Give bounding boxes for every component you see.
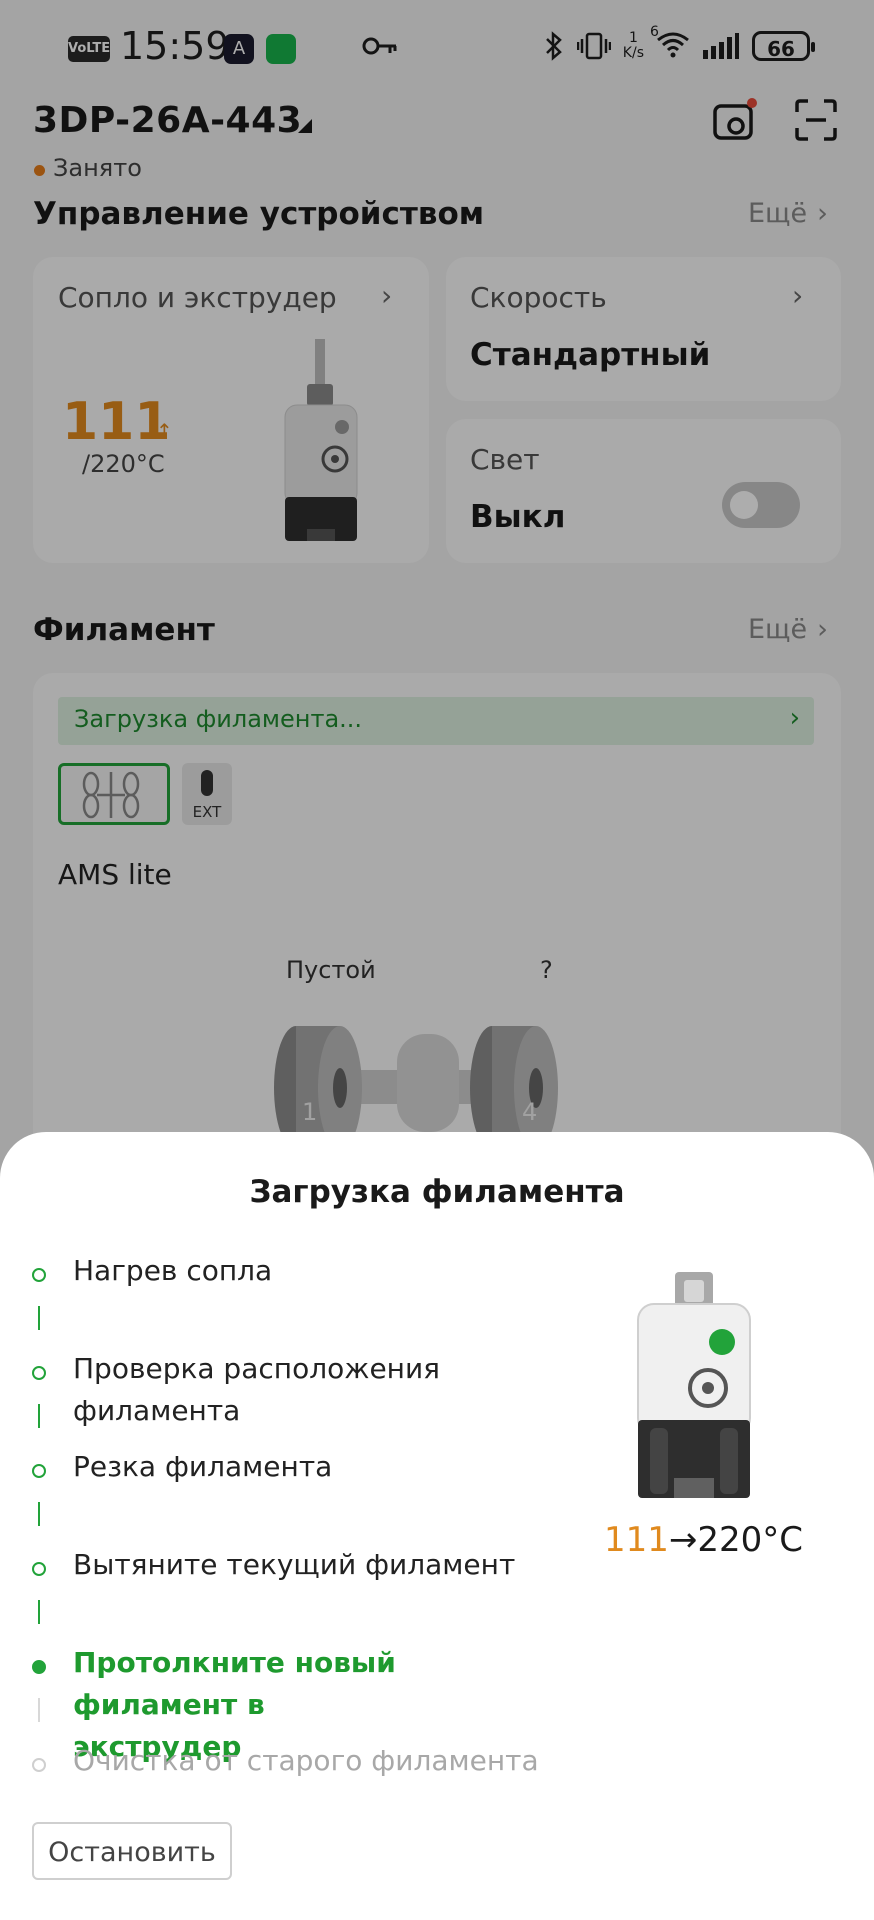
stop-button[interactable]: Остановить	[32, 1822, 232, 1880]
step-6-indicator	[32, 1758, 46, 1772]
step-6-label: Очистка от старого филамента	[73, 1744, 539, 1777]
step-4-indicator	[32, 1562, 46, 1576]
load-filament-sheet: Загрузка филамента Нагрев сопла Проверка…	[0, 1132, 874, 1920]
extruder-image	[637, 1272, 751, 1498]
step-2-indicator	[32, 1366, 46, 1380]
step-1-label: Нагрев сопла	[73, 1254, 273, 1287]
nozzle-temperature: 111→220°C	[604, 1520, 804, 1560]
step-connector	[38, 1698, 40, 1722]
sheet-title: Загрузка филамента	[249, 1174, 625, 1210]
step-4-label: Вытяните текущий филамент	[73, 1548, 516, 1581]
step-3-label: Резка филамента	[73, 1450, 333, 1483]
step-connector	[38, 1600, 40, 1624]
step-connector	[38, 1404, 40, 1428]
step-1-indicator	[32, 1268, 46, 1282]
step-2-label: Проверка расположения филамента	[73, 1352, 441, 1427]
arrow-right-icon: →	[668, 1520, 698, 1560]
step-3-indicator	[32, 1464, 46, 1478]
step-5-indicator-active	[32, 1660, 46, 1674]
step-connector	[38, 1502, 40, 1526]
step-connector	[38, 1306, 40, 1330]
